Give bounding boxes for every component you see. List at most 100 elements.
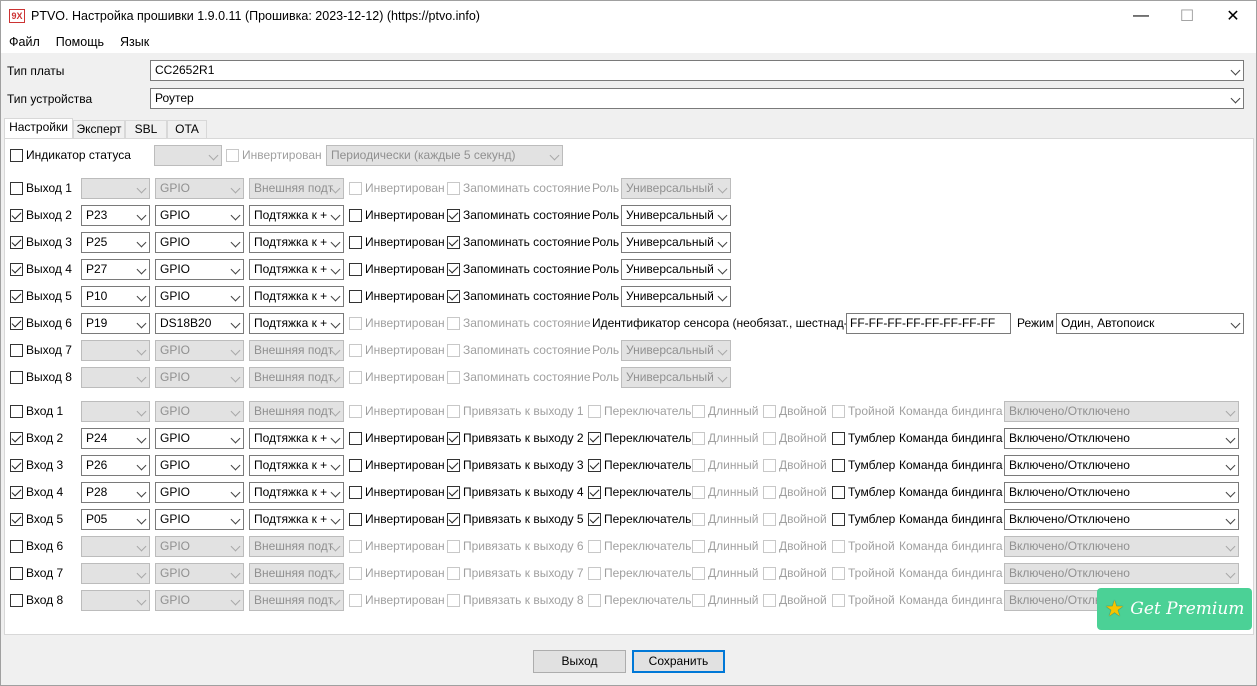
input-7-type-select[interactable]: GPIO: [155, 563, 244, 584]
input-6-bind-command-select[interactable]: Включено/Отключено: [1004, 536, 1239, 557]
input-5-bind-checkbox[interactable]: [447, 513, 460, 526]
input-3-double-checkbox[interactable]: [763, 459, 776, 472]
output-3-pull-select[interactable]: Подтяжка к +: [249, 232, 344, 253]
save-button[interactable]: Сохранить: [632, 650, 725, 673]
output-7-role-select[interactable]: Универсальный: [621, 340, 731, 361]
input-4-long-checkbox[interactable]: [692, 486, 705, 499]
input-4-toggle-checkbox[interactable]: [832, 486, 845, 499]
input-1-type-select[interactable]: GPIO: [155, 401, 244, 422]
status-pin-select[interactable]: [154, 145, 222, 166]
output-2-inverted-checkbox[interactable]: [349, 209, 362, 222]
output-5-pull-select[interactable]: Подтяжка к +: [249, 286, 344, 307]
status-indicator-checkbox[interactable]: [10, 149, 23, 162]
output-7-remember-checkbox[interactable]: [447, 344, 460, 357]
input-8-type-select[interactable]: GPIO: [155, 590, 244, 611]
output-1-type-select[interactable]: GPIO: [155, 178, 244, 199]
input-6-long-checkbox[interactable]: [692, 540, 705, 553]
output-8-checkbox[interactable]: [10, 371, 23, 384]
input-4-pin-select[interactable]: P28: [81, 482, 150, 503]
maximize-button[interactable]: ☐: [1164, 1, 1210, 31]
output-5-inverted-checkbox[interactable]: [349, 290, 362, 303]
input-7-long-checkbox[interactable]: [692, 567, 705, 580]
output-8-remember-checkbox[interactable]: [447, 371, 460, 384]
output-8-type-select[interactable]: GPIO: [155, 367, 244, 388]
input-3-toggle-checkbox[interactable]: [832, 459, 845, 472]
input-8-inverted-checkbox[interactable]: [349, 594, 362, 607]
minimize-button[interactable]: —: [1118, 1, 1164, 31]
input-8-toggle-checkbox[interactable]: [832, 594, 845, 607]
input-2-bind-checkbox[interactable]: [447, 432, 460, 445]
status-inverted-checkbox[interactable]: [226, 149, 239, 162]
input-1-pin-select[interactable]: [81, 401, 150, 422]
output-3-checkbox[interactable]: [10, 236, 23, 249]
input-8-pull-select[interactable]: Внешняя подт: [249, 590, 344, 611]
input-5-inverted-checkbox[interactable]: [349, 513, 362, 526]
output-4-pull-select[interactable]: Подтяжка к +: [249, 259, 344, 280]
exit-button[interactable]: Выход: [533, 650, 626, 673]
output-4-checkbox[interactable]: [10, 263, 23, 276]
tab-ota[interactable]: OTA: [167, 120, 207, 139]
input-4-pull-select[interactable]: Подтяжка к +: [249, 482, 344, 503]
input-3-checkbox[interactable]: [10, 459, 23, 472]
input-5-type-select[interactable]: GPIO: [155, 509, 244, 530]
output-8-role-select[interactable]: Универсальный: [621, 367, 731, 388]
input-6-checkbox[interactable]: [10, 540, 23, 553]
input-6-switch-checkbox[interactable]: [588, 540, 601, 553]
output-1-remember-checkbox[interactable]: [447, 182, 460, 195]
tab-settings[interactable]: Настройки: [4, 118, 73, 139]
output-7-pull-select[interactable]: Внешняя подт: [249, 340, 344, 361]
input-1-switch-checkbox[interactable]: [588, 405, 601, 418]
output-2-type-select[interactable]: GPIO: [155, 205, 244, 226]
output-4-type-select[interactable]: GPIO: [155, 259, 244, 280]
input-2-long-checkbox[interactable]: [692, 432, 705, 445]
output-4-role-select[interactable]: Универсальный: [621, 259, 731, 280]
input-2-switch-checkbox[interactable]: [588, 432, 601, 445]
input-2-toggle-checkbox[interactable]: [832, 432, 845, 445]
output-3-role-select[interactable]: Универсальный: [621, 232, 731, 253]
input-2-checkbox[interactable]: [10, 432, 23, 445]
input-6-type-select[interactable]: GPIO: [155, 536, 244, 557]
input-7-bind-checkbox[interactable]: [447, 567, 460, 580]
output-3-type-select[interactable]: GPIO: [155, 232, 244, 253]
input-7-pin-select[interactable]: [81, 563, 150, 584]
input-7-checkbox[interactable]: [10, 567, 23, 580]
input-2-double-checkbox[interactable]: [763, 432, 776, 445]
output-8-pin-select[interactable]: [81, 367, 150, 388]
input-3-bind-checkbox[interactable]: [447, 459, 460, 472]
input-6-pull-select[interactable]: Внешняя подт: [249, 536, 344, 557]
tab-sbl[interactable]: SBL: [125, 120, 167, 139]
output-2-checkbox[interactable]: [10, 209, 23, 222]
input-2-bind-command-select[interactable]: Включено/Отключено: [1004, 428, 1239, 449]
input-4-double-checkbox[interactable]: [763, 486, 776, 499]
menu-language[interactable]: Язык: [112, 35, 157, 49]
status-mode-select[interactable]: Периодически (каждые 5 секунд): [326, 145, 563, 166]
output-2-role-select[interactable]: Универсальный: [621, 205, 731, 226]
sensor-mode-select[interactable]: Один, Автопоиск: [1056, 313, 1244, 334]
output-6-pull-select[interactable]: Подтяжка к +: [249, 313, 344, 334]
output-5-remember-checkbox[interactable]: [447, 290, 460, 303]
output-8-pull-select[interactable]: Внешняя подт: [249, 367, 344, 388]
input-1-pull-select[interactable]: Внешняя подт: [249, 401, 344, 422]
output-2-pin-select[interactable]: P23: [81, 205, 150, 226]
input-4-inverted-checkbox[interactable]: [349, 486, 362, 499]
input-4-bind-command-select[interactable]: Включено/Отключено: [1004, 482, 1239, 503]
output-8-inverted-checkbox[interactable]: [349, 371, 362, 384]
output-2-pull-select[interactable]: Подтяжка к +: [249, 205, 344, 226]
input-3-type-select[interactable]: GPIO: [155, 455, 244, 476]
output-4-pin-select[interactable]: P27: [81, 259, 150, 280]
input-4-type-select[interactable]: GPIO: [155, 482, 244, 503]
input-8-pin-select[interactable]: [81, 590, 150, 611]
output-6-inverted-checkbox[interactable]: [349, 317, 362, 330]
input-7-toggle-checkbox[interactable]: [832, 567, 845, 580]
input-1-bind-checkbox[interactable]: [447, 405, 460, 418]
output-5-role-select[interactable]: Универсальный: [621, 286, 731, 307]
output-6-pin-select[interactable]: P19: [81, 313, 150, 334]
output-6-checkbox[interactable]: [10, 317, 23, 330]
input-6-inverted-checkbox[interactable]: [349, 540, 362, 553]
input-3-switch-checkbox[interactable]: [588, 459, 601, 472]
output-7-type-select[interactable]: GPIO: [155, 340, 244, 361]
input-7-inverted-checkbox[interactable]: [349, 567, 362, 580]
input-5-switch-checkbox[interactable]: [588, 513, 601, 526]
input-1-long-checkbox[interactable]: [692, 405, 705, 418]
output-1-role-select[interactable]: Универсальный: [621, 178, 731, 199]
